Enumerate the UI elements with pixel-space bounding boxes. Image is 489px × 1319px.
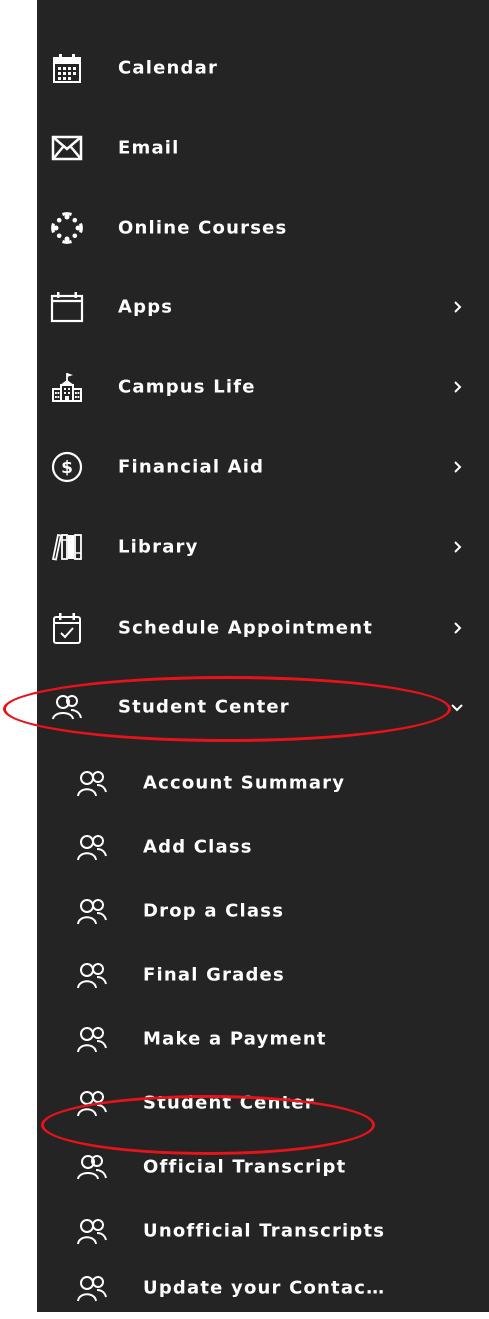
sidebar-item-label: Library <box>118 536 199 558</box>
submenu-item-label: Make a Payment <box>143 1028 327 1050</box>
sidebar-item-label: Calendar <box>118 57 219 79</box>
submenu-item-unofficial-transcripts[interactable]: Unofficial Transcripts <box>37 1200 489 1262</box>
users-icon <box>75 830 109 864</box>
calendar-icon <box>50 51 84 85</box>
calendar-check-icon <box>50 611 84 645</box>
books-icon <box>50 530 84 564</box>
users-icon <box>75 1022 109 1056</box>
chevron-right-icon[interactable] <box>449 620 465 636</box>
sidebar-item-label: Campus Life <box>118 376 256 398</box>
users-icon <box>75 1086 109 1120</box>
submenu-item-label: Update your Contac… <box>143 1277 386 1299</box>
submenu-item-label: Unofficial Transcripts <box>143 1220 386 1242</box>
submenu-item-make-a-payment[interactable]: Make a Payment <box>37 1008 489 1070</box>
submenu-item-final-grades[interactable]: Final Grades <box>37 944 489 1006</box>
sidebar-item-calendar[interactable]: Calendar <box>37 37 489 99</box>
chevron-right-icon[interactable] <box>449 299 465 315</box>
dollar-circle-icon: $ <box>50 450 84 484</box>
window-icon <box>50 290 84 324</box>
submenu-item-label: Official Transcript <box>143 1156 347 1178</box>
users-icon <box>75 1150 109 1184</box>
navigation-sidebar: Calendar Email Online Courses Apps Campu… <box>37 0 489 1312</box>
chevron-down-icon[interactable] <box>449 699 465 715</box>
users-icon <box>75 894 109 928</box>
sidebar-item-label: Apps <box>118 296 174 318</box>
submenu-item-label: Student Center <box>143 1092 315 1114</box>
sidebar-item-schedule-appointment[interactable]: Schedule Appointment <box>37 597 489 659</box>
submenu-item-student-center[interactable]: Student Center <box>37 1072 489 1134</box>
sidebar-item-label: Student Center <box>118 696 290 718</box>
submenu-item-account-summary[interactable]: Account Summary <box>37 752 489 814</box>
sidebar-item-label: Email <box>118 137 180 159</box>
envelope-icon <box>50 131 84 165</box>
chevron-right-icon[interactable] <box>449 459 465 475</box>
sidebar-item-label: Financial Aid <box>118 456 265 478</box>
sidebar-item-apps[interactable]: Apps <box>37 276 489 338</box>
submenu-item-add-class[interactable]: Add Class <box>37 816 489 878</box>
sidebar-item-email[interactable]: Email <box>37 117 489 179</box>
users-icon <box>75 1271 109 1305</box>
users-icon <box>50 690 84 724</box>
users-icon <box>75 958 109 992</box>
submenu-item-drop-a-class[interactable]: Drop a Class <box>37 880 489 942</box>
submenu-item-label: Account Summary <box>143 772 346 794</box>
chevron-right-icon[interactable] <box>449 539 465 555</box>
sidebar-item-student-center[interactable]: Student Center <box>37 676 489 738</box>
users-icon <box>75 1214 109 1248</box>
submenu-item-update-contact[interactable]: Update your Contac… <box>37 1257 489 1319</box>
submenu-item-label: Final Grades <box>143 964 285 986</box>
sidebar-item-label: Schedule Appointment <box>118 617 374 639</box>
canvas-logo-icon <box>50 211 84 245</box>
sidebar-item-label: Online Courses <box>118 217 288 239</box>
users-icon <box>75 766 109 800</box>
svg-text:$: $ <box>61 458 73 478</box>
submenu-item-label: Drop a Class <box>143 900 285 922</box>
sidebar-item-library[interactable]: Library <box>37 516 489 578</box>
sidebar-item-campus-life[interactable]: Campus Life <box>37 356 489 418</box>
submenu-item-label: Add Class <box>143 836 253 858</box>
sidebar-item-financial-aid[interactable]: $ Financial Aid <box>37 436 489 498</box>
chevron-right-icon[interactable] <box>449 379 465 395</box>
school-building-icon <box>50 370 84 404</box>
sidebar-item-online-courses[interactable]: Online Courses <box>37 197 489 259</box>
submenu-item-official-transcript[interactable]: Official Transcript <box>37 1136 489 1198</box>
